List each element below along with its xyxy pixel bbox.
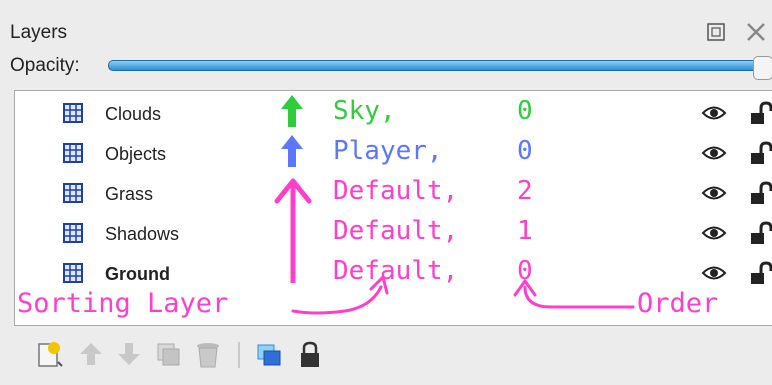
opacity-label: Opacity: [10, 55, 80, 76]
layer-group-icon[interactable] [254, 340, 284, 368]
duplicate-icon[interactable] [154, 340, 182, 368]
toolbar-divider [238, 342, 240, 368]
opacity-slider-thumb[interactable] [753, 56, 772, 80]
annotation-curves [291, 275, 635, 315]
move-down-icon[interactable] [116, 340, 142, 368]
close-icon[interactable] [742, 18, 772, 48]
layers-toolbar [36, 338, 416, 372]
new-layer-icon[interactable] [36, 340, 64, 370]
layer-list: Clouds Sky, 0 Objects Player, 0 Grass De… [14, 90, 772, 326]
panel-window-buttons [702, 18, 772, 48]
lock-icon[interactable] [298, 340, 322, 370]
opacity-row: Opacity: [10, 55, 772, 80]
move-up-icon[interactable] [78, 340, 104, 368]
opacity-slider[interactable] [108, 56, 772, 80]
panel-title: Layers [10, 22, 68, 43]
delete-icon[interactable] [194, 340, 222, 370]
